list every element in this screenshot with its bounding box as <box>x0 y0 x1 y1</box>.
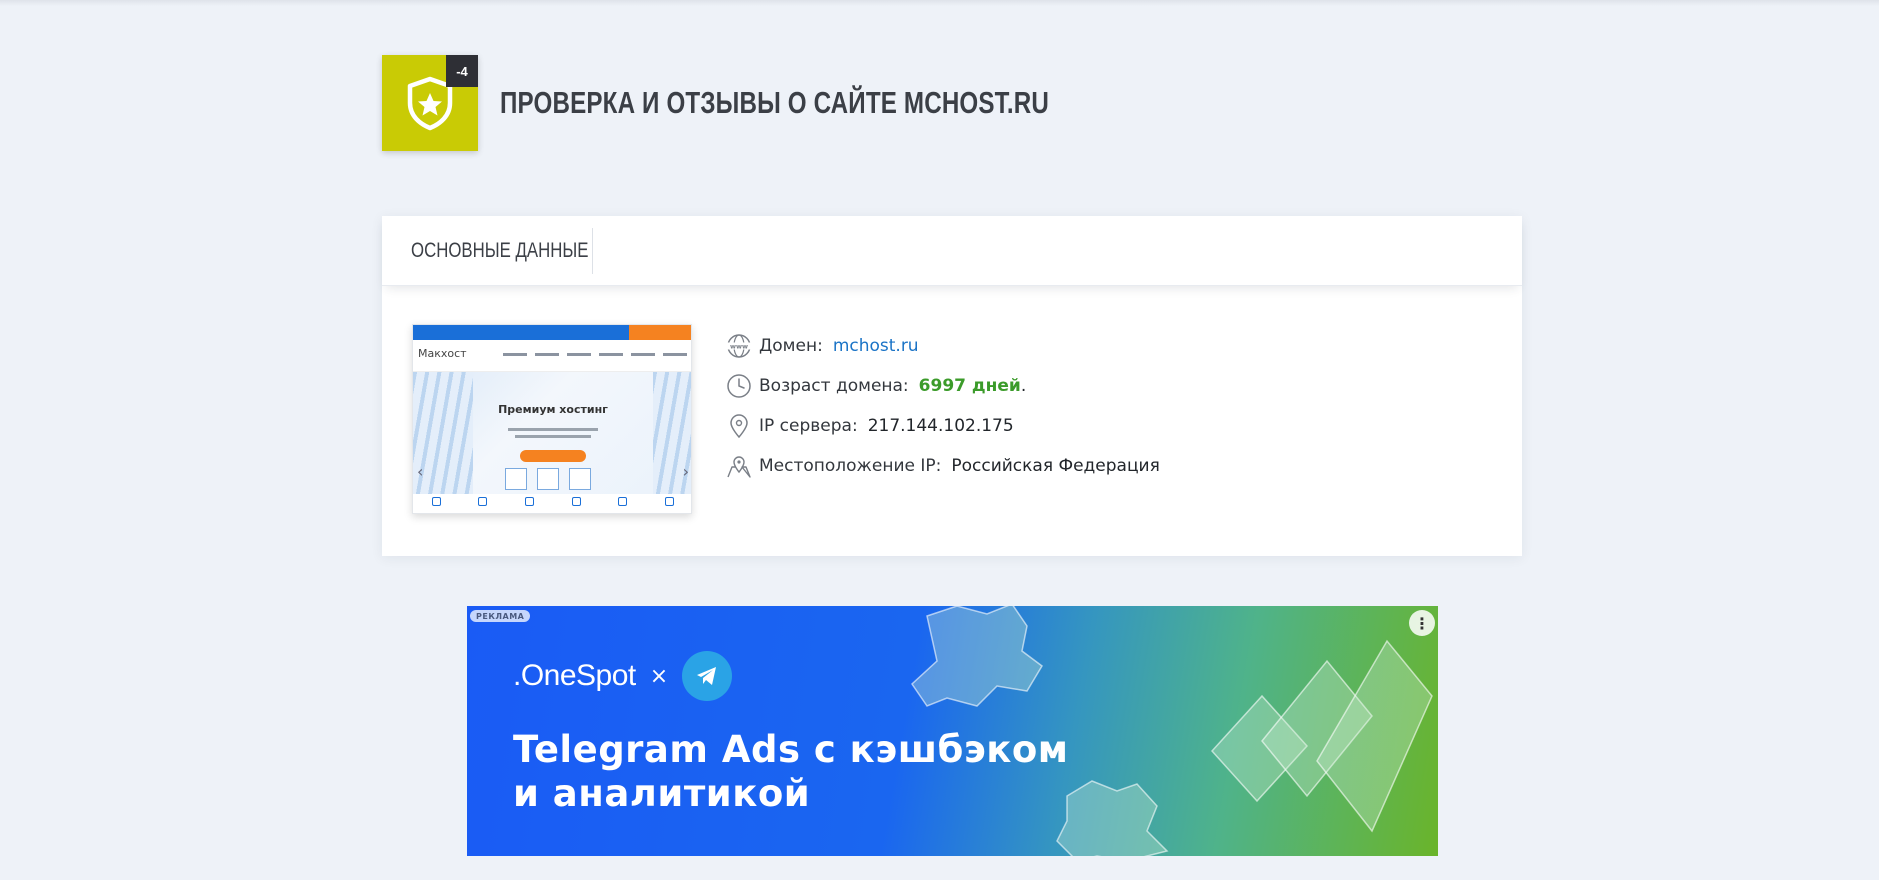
page-header: -4 ПРОВЕРКА И ОТЗЫВЫ О САЙТЕ MCHOST.RU <box>382 55 1282 151</box>
ad-headline-line2: и аналитикой <box>513 772 811 815</box>
top-shadow <box>0 0 1879 6</box>
page-title: ПРОВЕРКА И ОТЗЫВЫ О САЙТЕ MCHOST.RU <box>500 85 1050 120</box>
thumb-hero: Премиум хостинг ‹ › <box>413 372 691 494</box>
ad-headline: Telegram Ads с кэшбэком и аналитикой <box>513 728 1069 816</box>
tab-main-data[interactable]: ОСНОВНЫЕ ДАННЫЕ <box>382 227 593 274</box>
svg-text:www: www <box>730 343 748 351</box>
thumb-logo: Макхост <box>418 347 467 360</box>
tab-label: ОСНОВНЫЕ ДАННЫЕ <box>411 238 589 262</box>
kebab-menu-icon[interactable]: ⋮ <box>1409 610 1435 636</box>
times-sign: × <box>649 663 669 689</box>
ip-location-value: Российская Федерация <box>951 456 1160 476</box>
ip-location-row: Местоположение IP: Российская Федерация <box>725 446 1160 486</box>
location-pin-icon <box>730 414 748 439</box>
ip-location-label: Местоположение IP: <box>759 456 942 476</box>
score-badge: -4 <box>446 55 478 87</box>
server-ip-label: IP сервера: <box>759 416 858 436</box>
domain-info: www Домен: mchost.ru Возраст домена: 699… <box>725 326 1160 486</box>
ad-brand: .OneSpot × <box>513 651 733 701</box>
card-body: Макхост Премиум хостинг ‹ › www Домен: m… <box>382 286 1522 556</box>
chevron-left-icon: ‹ <box>417 462 424 481</box>
thumb-nav: Макхост <box>413 340 691 372</box>
site-screenshot[interactable]: Макхост Премиум хостинг ‹ › <box>412 324 692 514</box>
server-ip-value: 217.144.102.175 <box>867 416 1014 436</box>
domain-link[interactable]: mchost.ru <box>833 336 919 356</box>
www-globe-icon: www <box>727 334 751 358</box>
main-data-card: ОСНОВНЫЕ ДАННЫЕ Макхост Премиум хостинг … <box>382 216 1522 556</box>
ad-headline-line1: Telegram Ads с кэшбэком <box>513 728 1069 771</box>
server-ip-row: IP сервера: 217.144.102.175 <box>725 406 1160 446</box>
card-tabs: ОСНОВНЫЕ ДАННЫЕ <box>382 216 1522 286</box>
clock-icon <box>727 374 751 398</box>
thumb-hero-title: Премиум хостинг <box>498 403 608 416</box>
domain-row: www Домен: mchost.ru <box>725 326 1160 366</box>
thumb-cta-button <box>520 450 586 462</box>
thumb-topbar <box>413 325 691 340</box>
rating-badge: -4 <box>382 55 478 151</box>
domain-age-suffix: . <box>1020 376 1027 396</box>
domain-age-value: 6997 дней <box>918 376 1021 396</box>
chevron-right-icon: › <box>682 462 689 481</box>
ad-label: РЕКЛАМА <box>470 610 531 622</box>
advertisement-banner[interactable]: РЕКЛАМА ⋮ .OneSpot × Telegram Ads с кэшб… <box>467 606 1438 856</box>
telegram-icon <box>682 651 733 701</box>
domain-label: Домен: <box>759 336 823 356</box>
onespot-logo: .OneSpot <box>513 659 636 692</box>
map-pin-icon <box>727 456 751 478</box>
domain-age-label: Возраст домена: <box>759 376 909 396</box>
domain-age-row: Возраст домена: 6997 дней. <box>725 366 1160 406</box>
